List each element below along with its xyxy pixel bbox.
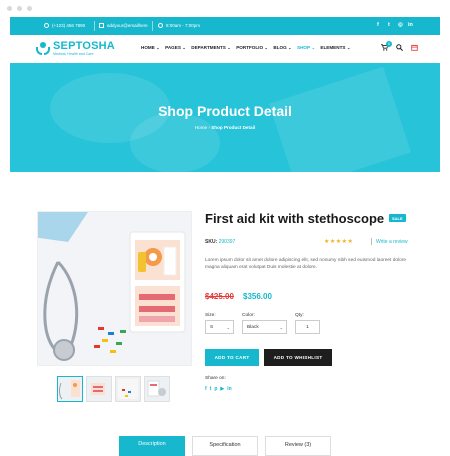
product-sku: SKU: 290397 <box>205 239 236 245</box>
email-icon <box>99 23 104 28</box>
twitter-icon[interactable]: t <box>210 386 212 392</box>
divider <box>152 21 153 31</box>
logo-icon <box>36 41 50 56</box>
product-thumbnail[interactable] <box>144 376 170 402</box>
product-main-image[interactable] <box>37 211 192 366</box>
color-label: Color: <box>242 313 255 318</box>
chevron-down-icon: ⌄ <box>311 45 315 50</box>
color-select[interactable]: Black ⌄ <box>242 320 287 334</box>
qty-input[interactable]: 1 <box>295 320 320 334</box>
search-icon <box>396 44 404 52</box>
topbar-phone[interactable]: (+123) 456 7890 <box>44 23 85 28</box>
share-icons: f t p ▶ in <box>205 386 232 392</box>
product-thumbnail[interactable] <box>115 376 141 402</box>
top-info-bar: (+123) 456 7890 addyour@emailhere 8:00am… <box>10 17 440 35</box>
window-dot-icon <box>27 6 32 11</box>
chevron-down-icon: ⌄ <box>226 325 230 330</box>
twitter-icon[interactable]: t <box>388 22 390 28</box>
brand-tagline: Medical, Health and Care <box>53 52 94 56</box>
youtube-icon[interactable]: ▶ <box>220 386 224 392</box>
chevron-down-icon: ⌄ <box>279 325 283 330</box>
topbar-hours: 8:00am - 7:00pm <box>158 23 200 28</box>
instagram-icon[interactable]: ◎ <box>398 22 403 28</box>
chevron-down-icon: ⌄ <box>346 45 351 50</box>
tab-description[interactable]: Description <box>119 436 185 456</box>
write-review-link[interactable]: Write a review <box>376 239 408 245</box>
page-title: Shop Product Detail <box>158 103 292 119</box>
browser-chrome <box>0 0 450 17</box>
linkedin-icon[interactable]: in <box>408 22 413 28</box>
product-thumbnail[interactable] <box>86 376 112 402</box>
rating-stars: ★★★★★ <box>324 238 353 245</box>
divider <box>94 21 95 31</box>
star-icons: ★★★★★ <box>324 239 354 245</box>
chevron-down-icon: ⌄ <box>182 45 186 50</box>
sale-badge: SALE <box>389 214 406 222</box>
clock-icon <box>158 23 163 28</box>
divider <box>371 238 372 245</box>
site-logo[interactable]: SEPTOSHA Medical, Health and Care <box>36 41 115 56</box>
main-menu: HOME ⌄ PAGES ⌄ DEPARTMENTS ⌄ PORTFOLIO ⌄ BLO… <box>141 45 350 50</box>
sale-price: $356.00 <box>243 292 272 301</box>
breadcrumb: Home › Shop Product Detail <box>10 125 440 130</box>
hero-hands-image <box>130 113 220 172</box>
page-hero-banner: Shop Product Detail Home › Shop Product … <box>10 63 440 172</box>
menu-item-home[interactable]: HOME ⌄ <box>141 45 160 50</box>
product-description: Lorem ipsum dolor sit amet dolore adipis… <box>205 258 407 271</box>
breadcrumb-separator: › <box>208 125 210 130</box>
add-to-wishlist-button[interactable]: ADD TO WHISHLIST <box>264 349 332 366</box>
product-title: First aid kit with stethoscope <box>205 211 385 226</box>
chevron-down-icon: ⌄ <box>156 45 160 50</box>
chevron-down-icon: ⌄ <box>227 45 231 50</box>
breadcrumb-home[interactable]: Home <box>195 125 207 130</box>
main-navbar: SEPTOSHA Medical, Health and Care HOME ⌄ … <box>10 35 440 63</box>
cart-button[interactable]: 0 <box>381 41 392 53</box>
size-select[interactable]: S ⌄ <box>205 320 234 334</box>
window-dot-icon <box>7 6 12 11</box>
add-to-cart-button[interactable]: ADD TO CART <box>205 349 259 366</box>
chevron-down-icon: ⌄ <box>288 45 292 50</box>
window-dot-icon <box>17 6 22 11</box>
calendar-button[interactable] <box>411 44 418 53</box>
breadcrumb-current: Shop Product Detail <box>211 125 256 130</box>
chevron-down-icon: ⌄ <box>264 45 268 50</box>
phone-icon <box>44 23 49 28</box>
menu-item-portfolio[interactable]: PORTFOLIO ⌄ <box>236 45 268 50</box>
menu-item-shop[interactable]: SHOP ⌄ <box>297 45 315 50</box>
linkedin-icon[interactable]: in <box>227 386 231 392</box>
calendar-icon <box>411 44 418 51</box>
nav-icons: 0 <box>381 41 418 53</box>
topbar-email[interactable]: addyour@emailhere <box>99 23 148 28</box>
qty-label: Qty: <box>295 313 304 318</box>
brand-name: SEPTOSHA <box>53 40 115 52</box>
share-label: Share on: <box>205 376 226 381</box>
pinterest-icon[interactable]: p <box>214 386 217 392</box>
facebook-icon[interactable]: f <box>377 22 379 28</box>
menu-item-departments[interactable]: DEPARTMENTS ⌄ <box>191 45 230 50</box>
size-label: Size: <box>205 313 216 318</box>
product-thumbnails <box>57 376 170 402</box>
tab-specification[interactable]: Specification <box>192 436 258 456</box>
search-button[interactable] <box>396 44 404 53</box>
facebook-icon[interactable]: f <box>205 386 207 392</box>
hero-paper-image <box>269 66 411 172</box>
tab-review[interactable]: Review (3) <box>265 436 331 456</box>
menu-item-blog[interactable]: BLOG ⌄ <box>273 45 291 50</box>
menu-item-elements[interactable]: ELEMENTS ⌄ <box>320 45 350 50</box>
cart-count-badge: 0 <box>386 41 392 47</box>
product-thumbnail[interactable] <box>57 376 83 402</box>
menu-item-pages[interactable]: PAGES ⌄ <box>165 45 186 50</box>
old-price: $425.00 <box>205 292 234 301</box>
first-aid-kit-image <box>38 212 191 365</box>
